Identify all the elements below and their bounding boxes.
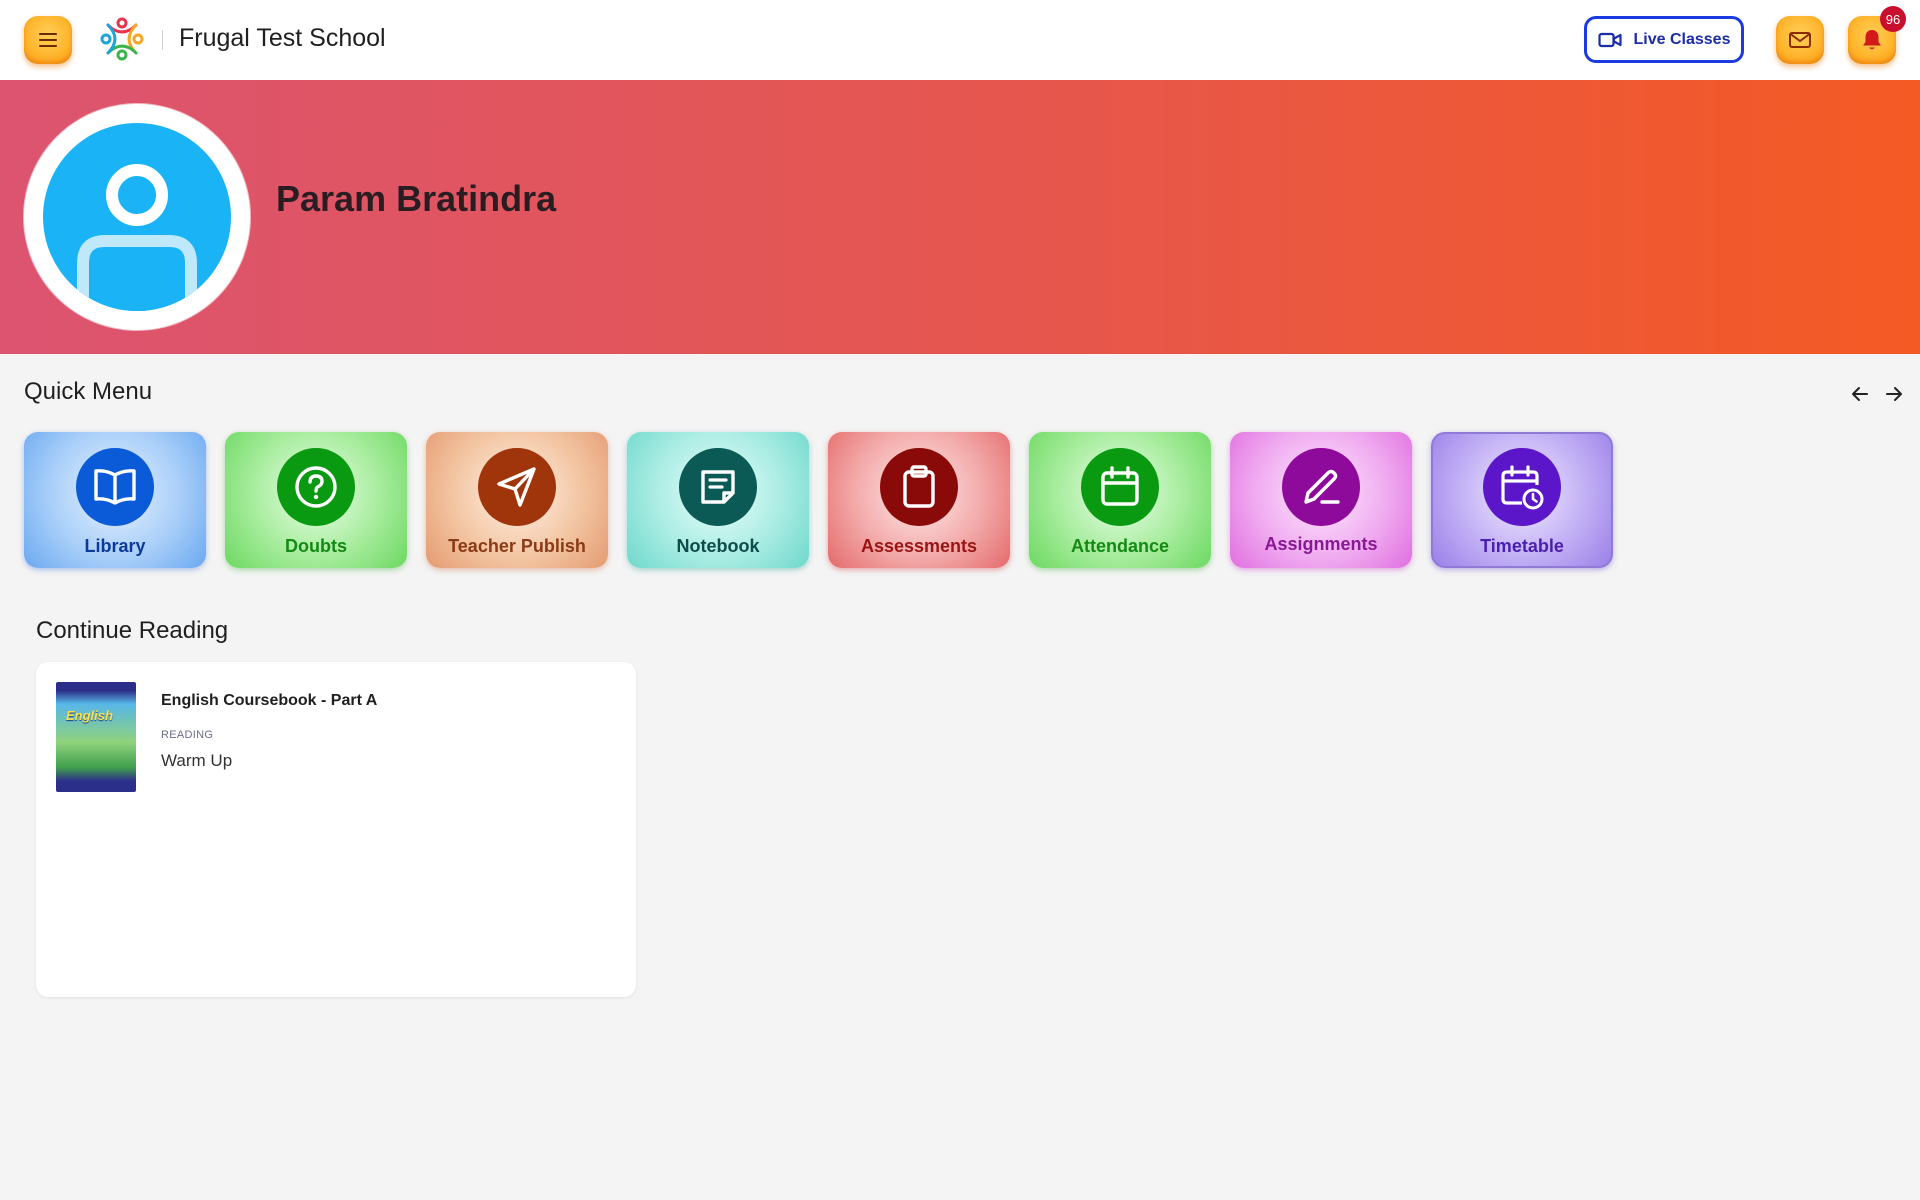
- clipboard-icon: [880, 448, 958, 526]
- arrow-left-icon: [1852, 387, 1868, 401]
- quick-menu-label: Assignments: [1264, 534, 1378, 554]
- user-avatar-icon: [43, 123, 231, 311]
- continue-reading-card[interactable]: English English Coursebook - Part A READ…: [36, 662, 636, 997]
- book-title: English Coursebook - Part A: [161, 692, 378, 709]
- quick-menu-label: Timetable: [1480, 536, 1564, 556]
- quick-menu-teacher-publish[interactable]: Teacher Publish: [426, 432, 608, 568]
- hamburger-icon: [39, 33, 57, 47]
- quick-menu-label: Notebook: [676, 536, 760, 556]
- book-icon: [76, 448, 154, 526]
- quick-menu-prev-button[interactable]: [1846, 380, 1874, 408]
- quick-menu-assessments[interactable]: Assessments: [828, 432, 1010, 568]
- calendar-icon: [1081, 448, 1159, 526]
- live-classes-button[interactable]: Live Classes: [1584, 16, 1744, 63]
- video-camera-icon: [1597, 32, 1622, 47]
- quick-menu-timetable[interactable]: Timetable: [1431, 432, 1613, 568]
- live-classes-label: Live Classes: [1633, 30, 1731, 48]
- brand-divider: [162, 30, 163, 50]
- menu-button[interactable]: [24, 16, 72, 64]
- quick-menu-label: Attendance: [1070, 536, 1169, 556]
- quick-menu-label: Doubts: [285, 536, 347, 556]
- quick-menu-label: Teacher Publish: [448, 536, 586, 556]
- bell-icon: [1863, 30, 1881, 50]
- mail-icon: [1789, 32, 1811, 48]
- quick-menu-doubts[interactable]: Doubts: [225, 432, 407, 568]
- note-icon: [679, 448, 757, 526]
- quick-menu-next-button[interactable]: [1880, 380, 1908, 408]
- profile-banner: Param Bratindra: [0, 80, 1920, 354]
- quick-menu-attendance[interactable]: Attendance: [1029, 432, 1211, 568]
- book-activity-type: READING: [161, 729, 214, 741]
- quick-menu-library[interactable]: Library: [24, 432, 206, 568]
- school-logo: [100, 17, 144, 61]
- question-icon: [277, 448, 355, 526]
- notification-count-badge: 96: [1880, 6, 1906, 32]
- quick-menu-label: Library: [84, 536, 146, 556]
- top-bar: Frugal Test School Live Classes 96: [0, 0, 1920, 80]
- book-cover-title: English: [66, 708, 113, 723]
- quick-menu-assignments[interactable]: Assignments: [1230, 432, 1412, 568]
- calendar-clock-icon: [1483, 448, 1561, 526]
- quick-menu-notebook[interactable]: Notebook: [627, 432, 809, 568]
- avatar[interactable]: [24, 104, 250, 330]
- quick-menu-title: Quick Menu: [24, 378, 153, 405]
- pencil-icon: [1282, 448, 1360, 526]
- arrow-right-icon: [1886, 387, 1902, 401]
- send-icon: [478, 448, 556, 526]
- quick-menu-label: Assessments: [860, 536, 978, 556]
- continue-reading-title: Continue Reading: [36, 617, 229, 644]
- book-chapter: Warm Up: [161, 751, 233, 770]
- user-name: Param Bratindra: [276, 178, 557, 219]
- book-cover: English: [56, 682, 136, 792]
- messages-button[interactable]: [1776, 16, 1824, 64]
- school-name: Frugal Test School: [179, 24, 386, 52]
